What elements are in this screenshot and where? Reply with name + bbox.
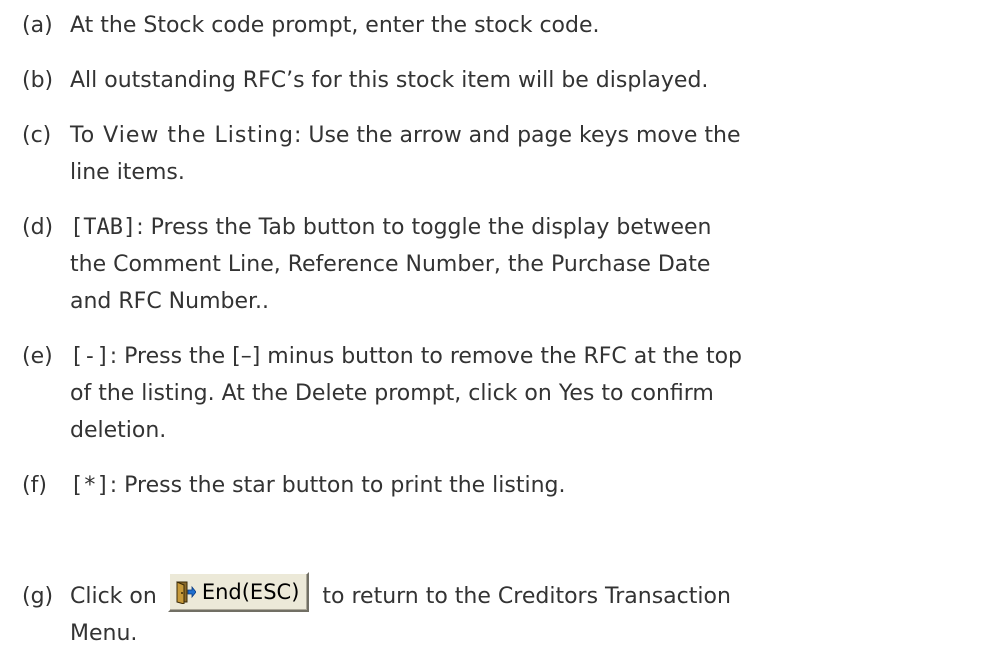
step-text-continued: Menu. — [70, 621, 138, 646]
step-marker: (g) — [22, 584, 54, 609]
step-text-continued: of the listing. At the Delete prompt, cl… — [70, 381, 714, 406]
step-marker: (d) — [22, 215, 54, 240]
key-label: [-] — [70, 344, 110, 369]
step-text-continued: the Comment Line, Reference Number, the … — [70, 252, 711, 277]
key-label: [*] — [70, 473, 110, 498]
step-text-continued: and RFC Number.. — [70, 289, 270, 314]
step-text: : Press the star button to print the lis… — [109, 473, 566, 498]
exit-door-icon — [176, 579, 197, 605]
step-text: : Press the [–] minus button to remove t… — [109, 344, 743, 369]
step-text-continued: line items. — [70, 160, 185, 185]
step-text: At the Stock code prompt, enter the stoc… — [70, 13, 600, 38]
step-marker: (e) — [22, 344, 53, 369]
step-marker: (f) — [22, 473, 47, 498]
key-label: [TAB] — [70, 215, 137, 240]
step-text: Click on — [70, 584, 157, 609]
step-marker: (a) — [22, 13, 53, 38]
instruction-document: (a) At the Stock code prompt, enter the … — [0, 0, 997, 668]
step-text: : Use the arrow and page keys move the — [293, 123, 741, 148]
step-text: to return to the Creditors Transaction — [322, 584, 731, 609]
step-marker: (b) — [22, 68, 54, 93]
step-lead: To View the Listing — [70, 123, 294, 148]
step-text: All outstanding RFC’s for this stock ite… — [70, 68, 709, 93]
step-text: : Press the Tab button to toggle the dis… — [136, 215, 712, 240]
end-esc-button-label: End(ESC) — [201, 580, 300, 604]
end-esc-button[interactable]: End(ESC) — [167, 572, 310, 612]
step-marker: (c) — [22, 123, 52, 148]
step-text-continued: deletion. — [70, 418, 167, 443]
